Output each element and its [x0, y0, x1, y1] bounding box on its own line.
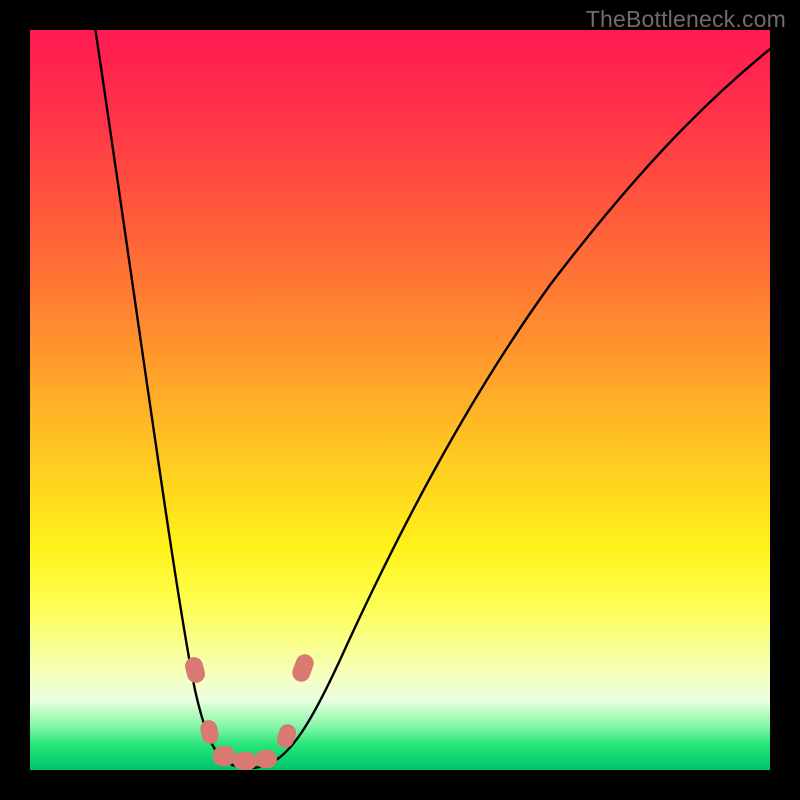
plot-area [30, 30, 770, 770]
watermark-text: TheBottleneck.com [586, 6, 786, 33]
chart-frame: TheBottleneck.com [0, 0, 800, 800]
background-gradient [30, 30, 770, 770]
